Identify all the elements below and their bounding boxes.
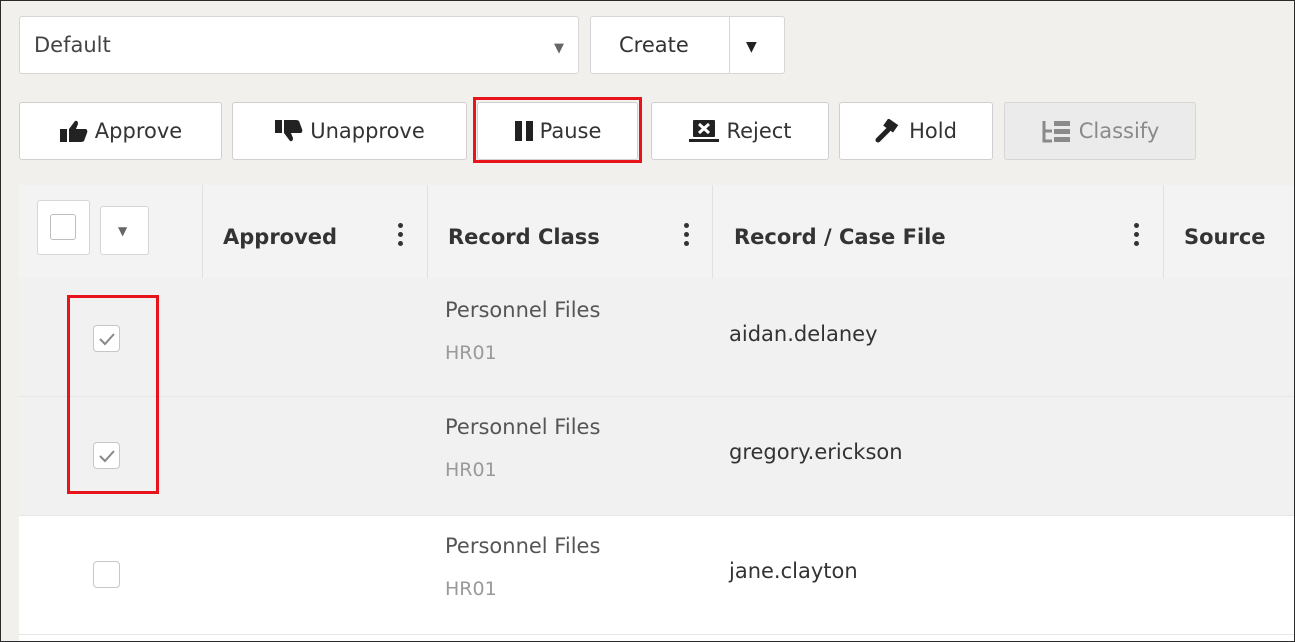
hold-label: Hold (909, 119, 957, 143)
approve-label: Approve (94, 119, 183, 143)
pause-highlight (473, 97, 642, 163)
table-row[interactable]: Personnel Files HR01 jane.clayton (19, 516, 1294, 635)
view-select[interactable]: Default ▼ (19, 16, 579, 74)
record-name[interactable]: gregory.erickson (729, 440, 903, 464)
select-all-checkbox[interactable] (50, 214, 76, 240)
column-title: Source (1184, 225, 1266, 249)
select-all-box (37, 200, 90, 255)
create-dropdown-icon[interactable]: ▼ (746, 39, 757, 55)
record-name[interactable]: aidan.delaney (729, 322, 878, 346)
table-row[interactable]: Personnel Files HR01 aidan.delaney (19, 278, 1294, 397)
divider (729, 17, 730, 73)
classify-label: Classify (1078, 119, 1160, 143)
column-header-record-case-file[interactable]: Record / Case File (713, 185, 1164, 278)
record-class-code: HR01 (445, 342, 497, 364)
column-title: Approved (223, 225, 338, 249)
reject-icon (689, 120, 720, 142)
thumbs-down-icon (275, 120, 303, 142)
column-title: Record / Case File (734, 225, 946, 249)
column-menu-icon[interactable] (1134, 223, 1140, 250)
unapprove-button[interactable]: Unapprove (232, 102, 467, 160)
column-menu-icon[interactable] (684, 223, 690, 250)
classify-icon (1042, 121, 1070, 143)
column-menu-icon[interactable] (398, 223, 404, 250)
select-column-header: ▼ (19, 185, 203, 278)
record-class-code: HR01 (445, 578, 497, 600)
record-class-code: HR01 (445, 459, 497, 481)
table-header: ▼ Approved Record Class Record / Case Fi… (19, 185, 1294, 279)
table-row[interactable]: Personnel Files HR01 gregory.erickson (19, 397, 1294, 516)
column-header-record-class[interactable]: Record Class (428, 185, 713, 278)
unapprove-label: Unapprove (310, 119, 425, 143)
gavel-icon (875, 119, 899, 143)
chevron-down-icon: ▼ (118, 224, 128, 238)
record-name[interactable]: jane.clayton (729, 559, 858, 583)
column-header-approved[interactable]: Approved (203, 185, 428, 278)
column-title: Record Class (448, 225, 600, 249)
classify-button[interactable]: Classify (1004, 102, 1196, 160)
create-split-button: Create ▼ (590, 16, 785, 74)
view-select-value: Default (34, 33, 111, 57)
records-table: ▼ Approved Record Class Record / Case Fi… (19, 185, 1294, 641)
approve-button[interactable]: Approve (19, 102, 222, 160)
records-panel: Default ▼ Create ▼ Approve Unapprove Pau… (0, 0, 1295, 642)
chevron-down-icon: ▼ (554, 41, 564, 56)
hold-button[interactable]: Hold (839, 102, 993, 160)
select-menu-dropdown[interactable]: ▼ (100, 206, 149, 255)
column-header-source[interactable]: Source (1164, 185, 1294, 278)
checkbox-highlight (67, 295, 159, 494)
row-checkbox[interactable] (93, 561, 120, 588)
create-button[interactable]: Create (619, 33, 689, 57)
record-class: Personnel Files (445, 534, 601, 558)
record-class: Personnel Files (445, 298, 601, 322)
reject-button[interactable]: Reject (651, 102, 829, 160)
record-class: Personnel Files (445, 415, 601, 439)
thumbs-up-icon (59, 120, 88, 142)
reject-label: Reject (726, 119, 792, 143)
